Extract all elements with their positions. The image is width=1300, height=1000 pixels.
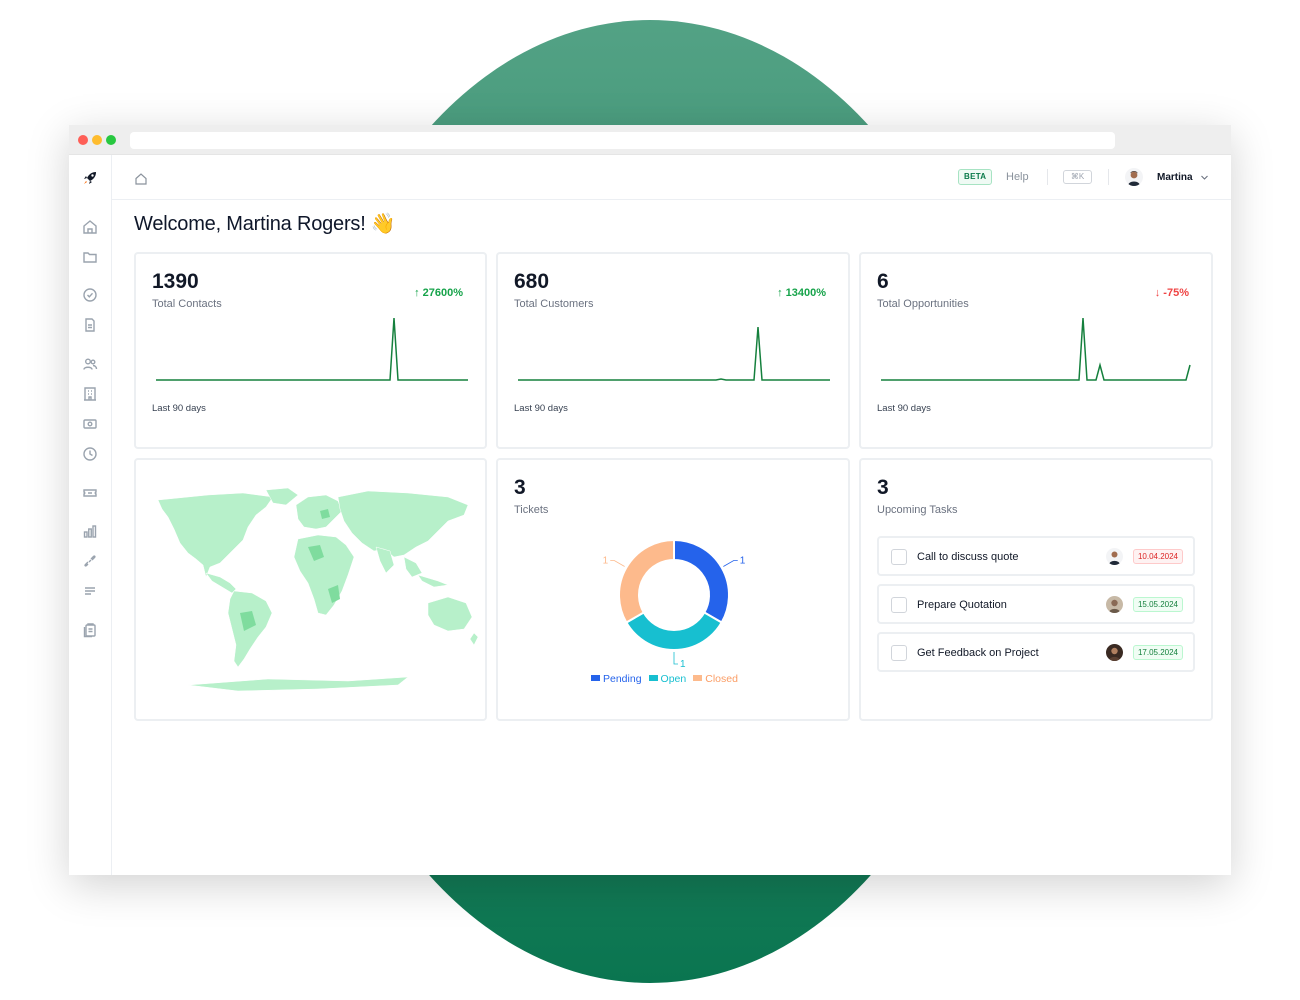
- clipboard-icon[interactable]: [81, 621, 99, 639]
- stat-card-customers[interactable]: 680 Total Customers ↑ 13400% Last 90 day…: [496, 252, 850, 449]
- clock-icon[interactable]: [81, 445, 99, 463]
- legend-swatch: [591, 675, 600, 681]
- stat-value: 1390: [152, 270, 199, 293]
- tasks-count: 3: [877, 476, 889, 499]
- task-checkbox[interactable]: [891, 597, 907, 613]
- top-bar: BETA Help ⌘K Martina: [112, 155, 1231, 200]
- tasks-label: Upcoming Tasks: [877, 504, 958, 516]
- trend-badge: ↑ 13400%: [777, 287, 826, 299]
- legend-swatch: [693, 675, 703, 681]
- legend-item-pending[interactable]: Pending: [591, 673, 642, 685]
- donut-slice-closed[interactable]: [618, 538, 675, 624]
- legend-item-open[interactable]: Open: [648, 673, 687, 685]
- donut-slice-open[interactable]: [625, 611, 723, 651]
- legend-item-closed[interactable]: Closed: [693, 673, 738, 685]
- command-k-shortcut[interactable]: ⌘K: [1063, 170, 1092, 184]
- maximize-window-button[interactable]: [106, 135, 116, 145]
- check-circle-icon[interactable]: [81, 286, 99, 304]
- user-avatar[interactable]: [1125, 168, 1143, 186]
- data-label: 1: [603, 556, 609, 567]
- home-breadcrumb-icon[interactable]: [134, 172, 148, 186]
- tickets-card[interactable]: 3 Tickets 111 Pending Open Closed: [496, 458, 850, 721]
- sparkline-chart: [881, 317, 1191, 381]
- document-icon[interactable]: [81, 316, 99, 334]
- stage: BETA Help ⌘K Martina Welcome, Martina Ro…: [0, 0, 1300, 1000]
- donut-slice-pending[interactable]: [673, 538, 730, 624]
- stat-value: 680: [514, 270, 550, 293]
- world-map: [157, 487, 478, 692]
- task-item[interactable]: Prepare Quotation 15.05.2024: [877, 584, 1195, 624]
- world-map-card[interactable]: [134, 458, 487, 721]
- close-window-button[interactable]: [78, 135, 88, 145]
- task-due-date: 15.05.2024: [1132, 597, 1183, 612]
- stat-label: Total Opportunities: [877, 298, 969, 310]
- task-item[interactable]: Get Feedback on Project 17.05.2024: [877, 632, 1195, 672]
- sparkline-chart: [518, 326, 830, 381]
- sparkline-chart: [156, 317, 468, 381]
- divider: [1108, 169, 1109, 185]
- task-item[interactable]: Call to discuss quote 10.04.2024: [877, 536, 1195, 576]
- building-icon[interactable]: [81, 385, 99, 403]
- stat-label: Total Contacts: [152, 298, 222, 310]
- assignee-avatar: [1106, 596, 1123, 613]
- address-bar[interactable]: [130, 132, 1115, 149]
- task-due-date: 17.05.2024: [1132, 645, 1183, 660]
- legend-label: Closed: [705, 673, 738, 685]
- task-title: Get Feedback on Project: [917, 647, 1039, 659]
- link-icon[interactable]: [81, 552, 99, 570]
- tasks-card[interactable]: 3 Upcoming Tasks Call to discuss quote 1…: [859, 458, 1213, 721]
- period-label: Last 90 days: [877, 403, 931, 414]
- period-label: Last 90 days: [514, 403, 568, 414]
- legend-label: Open: [660, 673, 687, 685]
- users-icon[interactable]: [81, 355, 99, 373]
- browser-titlebar: [69, 125, 1231, 155]
- page-title: Welcome, Martina Rogers! 👋: [134, 213, 396, 235]
- folder-icon[interactable]: [81, 248, 99, 266]
- task-title: Call to discuss quote: [917, 551, 1019, 563]
- money-icon[interactable]: [81, 415, 99, 433]
- divider: [1047, 169, 1048, 185]
- chart-legend: Pending Open Closed: [591, 673, 745, 685]
- legend-swatch: [648, 675, 658, 681]
- data-label: 1: [680, 659, 686, 670]
- data-label: 1: [740, 556, 746, 567]
- data-label-leader: [673, 652, 678, 665]
- task-checkbox[interactable]: [891, 549, 907, 565]
- ticket-icon[interactable]: [81, 484, 99, 502]
- stat-value: 6: [877, 270, 889, 293]
- trend-badge: ↑ 27600%: [414, 287, 463, 299]
- period-label: Last 90 days: [152, 403, 206, 414]
- chevron-down-icon[interactable]: [1200, 173, 1209, 182]
- trend-badge: ↓ -75%: [1154, 287, 1189, 299]
- stat-label: Total Customers: [514, 298, 594, 310]
- help-link[interactable]: Help: [1006, 171, 1029, 183]
- sidebar: [69, 155, 112, 875]
- stat-card-opportunities[interactable]: 6 Total Opportunities ↓ -75% Last 90 day…: [859, 252, 1213, 449]
- rocket-logo-icon[interactable]: [81, 169, 99, 187]
- home-icon[interactable]: [81, 218, 99, 236]
- data-label-leader: [723, 560, 738, 567]
- bar-chart-icon[interactable]: [81, 522, 99, 540]
- task-title: Prepare Quotation: [917, 599, 1007, 611]
- minimize-window-button[interactable]: [92, 135, 102, 145]
- browser-window: BETA Help ⌘K Martina Welcome, Martina Ro…: [69, 125, 1231, 875]
- task-checkbox[interactable]: [891, 645, 907, 661]
- legend-label: Pending: [603, 673, 642, 685]
- assignee-avatar: [1106, 548, 1123, 565]
- list-icon[interactable]: [81, 582, 99, 600]
- data-label-leader: [610, 560, 625, 567]
- beta-badge: BETA: [958, 169, 993, 185]
- user-name[interactable]: Martina: [1157, 172, 1193, 183]
- task-due-date: 10.04.2024: [1132, 549, 1183, 564]
- stat-card-contacts[interactable]: 1390 Total Contacts ↑ 27600% Last 90 day…: [134, 252, 487, 449]
- assignee-avatar: [1106, 644, 1123, 661]
